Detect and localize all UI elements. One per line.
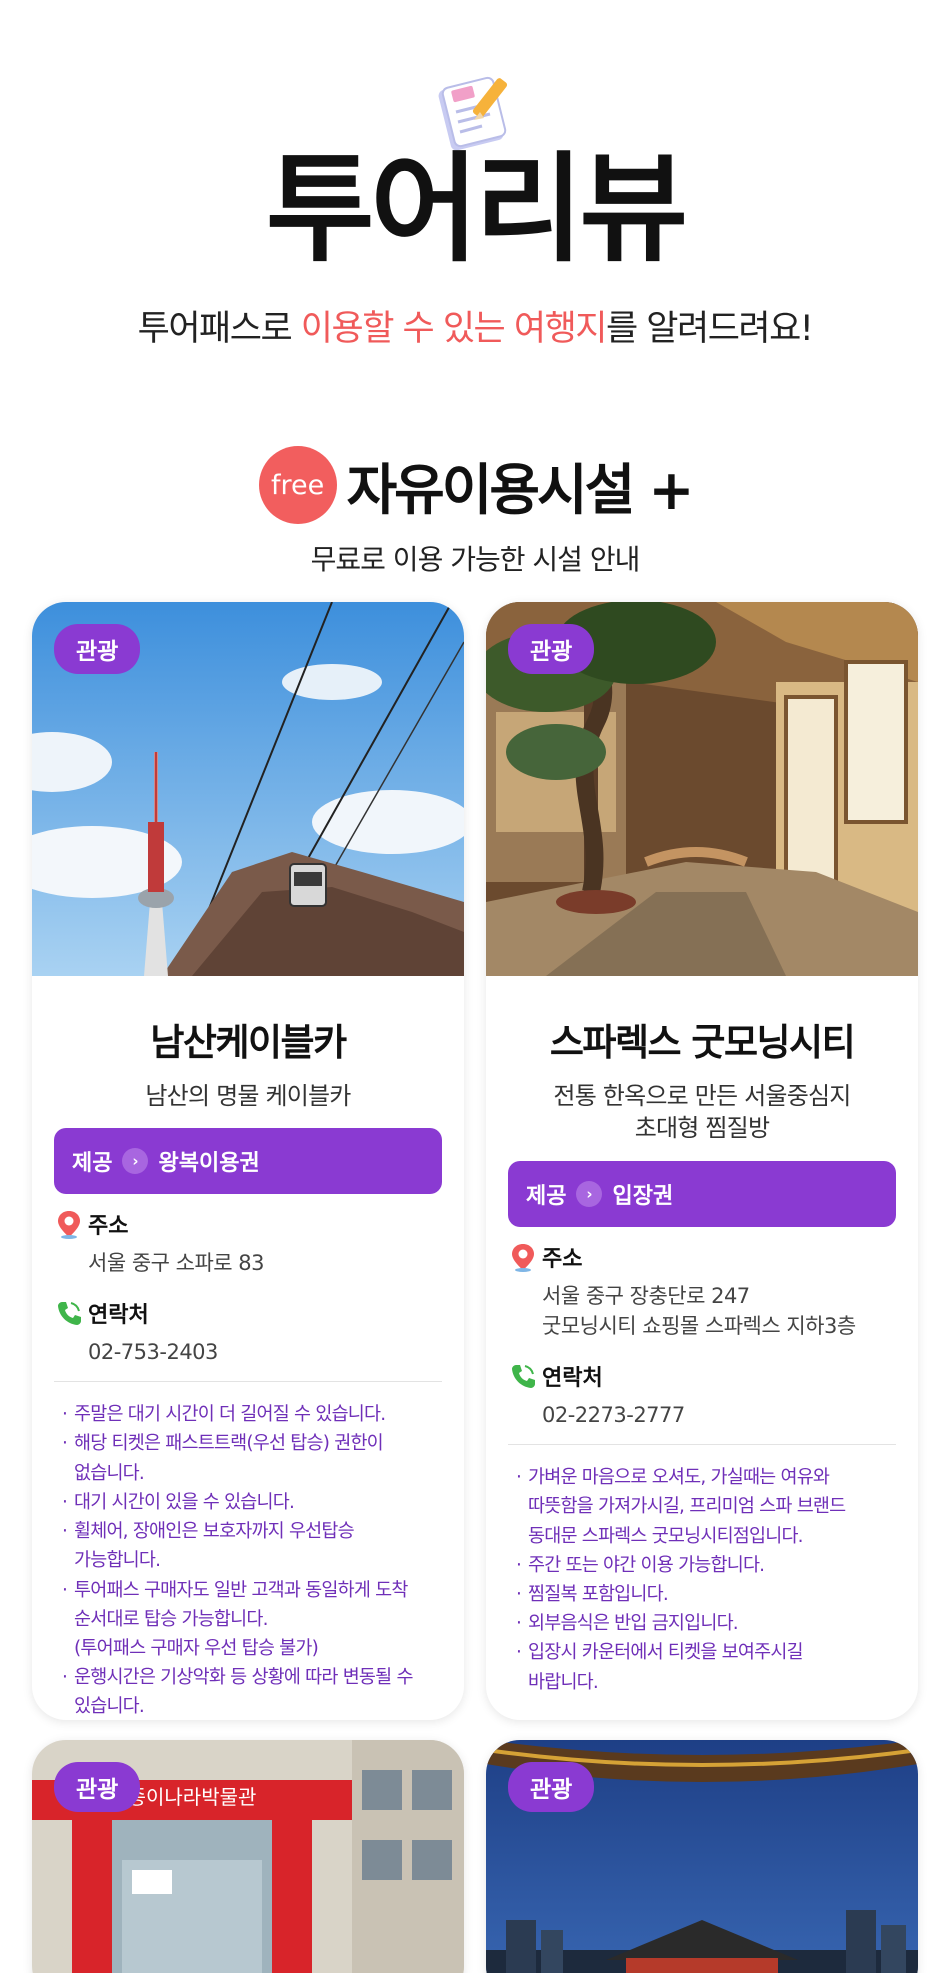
note-item: (투어패스 구매자 우선 탑승 불가) [74,1638,319,1660]
free-badge: free [258,446,337,524]
chevron-right-icon: › [122,1148,149,1175]
section-title: 자유이용시설 + [346,458,695,522]
category-badge: 관광 [54,1762,141,1812]
note-item: 입장시 카운터에서 티켓을 보여주시길 [516,1638,894,1667]
page-subtitle: 투어패스로 이용할 수 있는 여행지를 알려드려요! [137,309,814,349]
note-item: 운행시간은 기상악화 등 상황에 따라 변동될 수 [62,1663,440,1692]
facility-name: 스파렉스 굿모닝시티 [549,1021,856,1064]
phone-value[interactable]: 02-2273-2777 [510,1400,894,1430]
provide-value: 입장권 [612,1183,674,1209]
address-block: 주소 서울 중구 장충단로 247 굿모닝시티 쇼핑몰 스파렉스 지하3층 [486,1241,918,1342]
facility-image: 관광 [32,602,464,976]
facility-image: 관광 [486,1740,918,1973]
facility-card[interactable]: 관광 스파렉스 굿모닝시티 전통 한옥으로 만든 서울중심지 초대형 찜질방 제공… [486,602,918,1720]
notes-list: 가벼운 마음으로 오셔도, 가실때는 여유와 따뜻함을 가져가시길, 프리미엄 … [486,1445,918,1697]
note-item: 따뜻함을 가져가시길, 프리미엄 스파 브랜드 [528,1496,846,1518]
category-badge: 관광 [508,1762,595,1812]
facility-card[interactable]: 관광 [486,1740,918,1973]
contact-block: 연락처 02-753-2403 [32,1297,464,1367]
note-item: 바랍니다. [528,1671,599,1693]
note-item: 있습니다. [74,1696,145,1718]
facility-image: 관광 [486,602,918,976]
category-badge: 관광 [508,624,595,674]
museum-sign: 종이나라박물관 [128,1785,257,1809]
note-item: 외부음식은 반입 금지입니다. [516,1609,894,1638]
note-item: 주말은 대기 시간이 더 길어질 수 있습니다. [62,1400,440,1429]
category-badge: 관광 [54,624,141,674]
note-item: 해당 티켓은 패스트트랙(우선 탑승) 권한이 [62,1429,440,1458]
location-pin-icon [512,1243,534,1272]
facility-card[interactable]: 종이나라박물관 관광 [32,1740,464,1973]
provide-value: 왕복이용권 [158,1151,260,1177]
notes-list: 주말은 대기 시간이 더 길어질 수 있습니다. 해당 티켓은 패스트트랙(우선… [32,1382,464,1720]
contact-block: 연락처 02-2273-2777 [486,1360,918,1430]
provide-bar: 제공 › 왕복이용권 [54,1128,442,1195]
facility-image: 종이나라박물관 관광 [32,1740,464,1973]
note-item: 주간 또는 야간 이용 가능합니다. [516,1551,894,1580]
location-pin-icon [58,1211,80,1240]
facility-card[interactable]: 관광 남산케이블카 남산의 명물 케이블카 제공 › 왕복이용권 주소 서울 중… [32,602,464,1720]
provide-bar: 제공 › 입장권 [508,1160,896,1227]
address-value: 서울 중구 장충단로 247 굿모닝시티 쇼핑몰 스파렉스 지하3층 [542,1283,856,1339]
note-item: 순서대로 탑승 가능합니다. [74,1608,268,1630]
subtitle-highlight: 이용할 수 있는 여행지 [300,309,608,349]
note-item: 투어패스 구매자도 일반 고객과 동일하게 도착 [62,1576,440,1605]
note-item: 가벼운 마음으로 오셔도, 가실때는 여유와 [516,1463,894,1492]
section-header: free 자유이용시설 + [0,445,950,525]
page-title: 투어리뷰 [265,140,688,278]
facility-name: 남산케이블카 [150,1021,347,1064]
note-item: 없습니다. [74,1462,145,1484]
chevron-right-icon: › [576,1180,603,1207]
facility-description: 남산의 명물 케이블카 [145,1082,351,1110]
address-value: 서울 중구 소파로 83 [88,1251,265,1276]
phone-icon [512,1364,535,1388]
section-subtitle: 무료로 이용 가능한 시설 안내 [310,543,641,576]
note-item: 휠체어, 장애인은 보호자까지 우선탑승 [62,1517,440,1546]
phone-value[interactable]: 02-753-2403 [56,1337,440,1367]
address-block: 주소 서울 중구 소파로 83 [32,1208,464,1278]
note-item: 동대문 스파렉스 굿모닝시티점입니다. [528,1525,804,1547]
note-item: 대기 시간이 있을 수 있습니다. [62,1488,440,1517]
facility-description: 전통 한옥으로 만든 서울중심지 초대형 찜질방 [553,1082,851,1143]
note-item: 찜질복 포함입니다. [516,1580,894,1609]
note-item: 가능합니다. [74,1550,161,1572]
phone-icon [58,1301,81,1325]
